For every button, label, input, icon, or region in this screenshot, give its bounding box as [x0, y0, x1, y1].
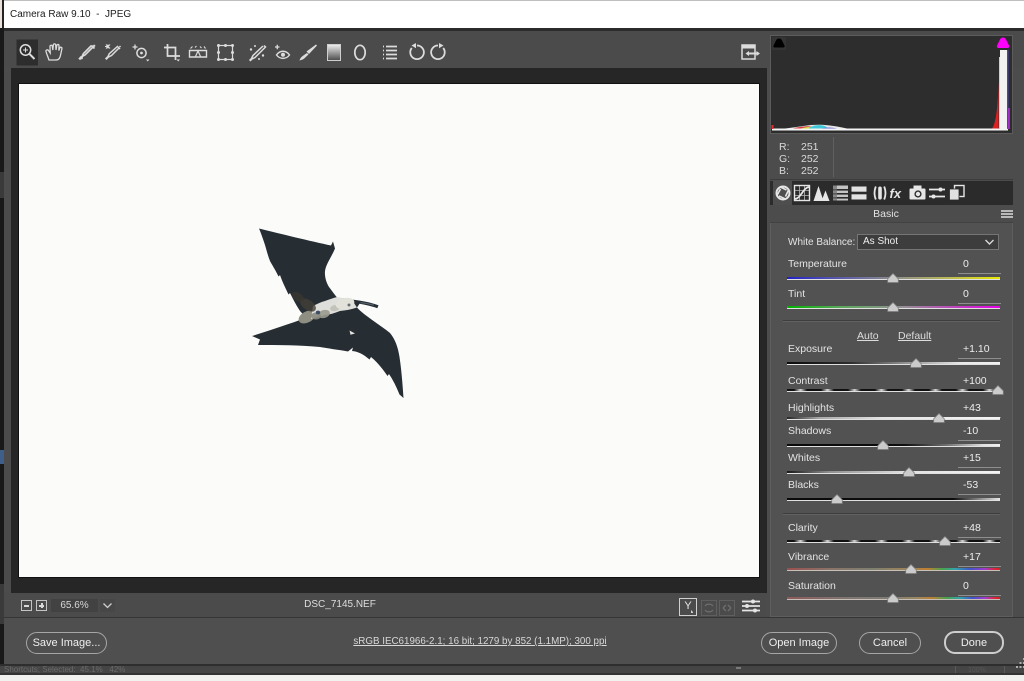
- svg-text:fx: fx: [890, 186, 902, 201]
